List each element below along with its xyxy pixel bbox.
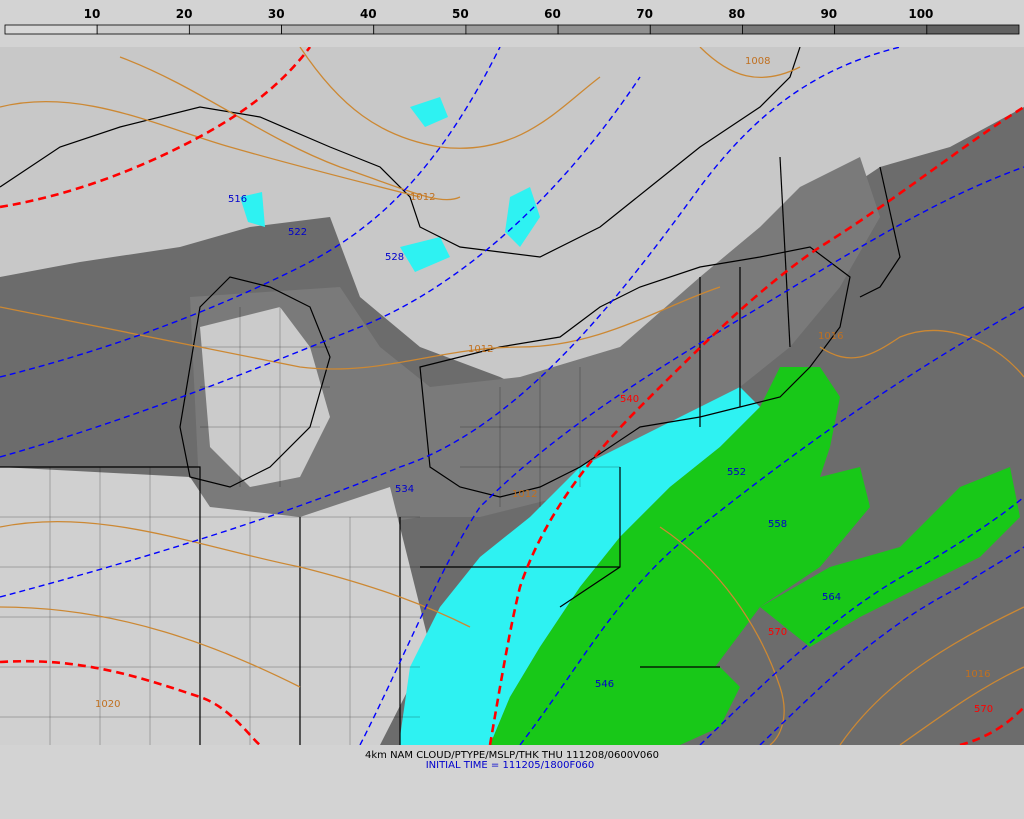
midwest-cloud [0,467,430,745]
thickness-label: 558 [768,519,787,530]
footer: 4km NAM CLOUD/PTYPE/MSLP/THK THU 111208/… [0,745,1024,819]
initial-time-text: INITIAL TIME = 111205/1800F060 [425,760,595,771]
colorbar-segment [465,24,559,35]
thickness-label: 540 [620,394,639,405]
colorbar-segment [926,24,1020,35]
thickness-label: 552 [727,467,746,478]
thickness-label: 570 [768,627,787,638]
colorbar-tick-label: 40 [360,7,377,21]
weather-map: 516 522 528 534 540 546 552 558 564 570 570 1012 10… [0,47,1024,745]
isobar-label: 1016 [965,669,990,680]
isobar-label: 1012 [512,489,537,500]
colorbar-tick-label: 60 [544,7,561,21]
colorbar-segment [649,24,743,35]
colorbar-tick-label: 70 [636,7,653,21]
colorbar-tick-label: 20 [176,7,193,21]
colorbar-tick-label: 50 [452,7,469,21]
colorbar-segment [96,24,190,35]
thickness-label: 522 [288,227,307,238]
colorbar-segment [742,24,836,35]
thickness-label: 564 [822,592,841,603]
colorbar-tick-label: 90 [820,7,837,21]
thickness-label: 546 [595,679,614,690]
colorbar-segment [188,24,282,35]
thickness-label: 528 [385,252,404,263]
thickness-label: 516 [228,194,247,205]
isobar-label: 1012 [468,344,493,355]
colorbar-tick-label: 30 [268,7,285,21]
isobar-label: 1008 [745,56,770,67]
thickness-label: 534 [395,484,414,495]
colorbar-segment [4,24,98,35]
thickness-label: 570 [974,704,993,715]
colorbar-tick-label: 80 [728,7,745,21]
initial-time: INITIAL TIME = 111205/1800F060 [0,760,1024,771]
colorbar-segment [557,24,651,35]
colorbar-segment [834,24,928,35]
colorbar-segment [281,24,375,35]
cloud-cover-colorbar: 10 20 30 40 50 60 70 80 90 100 [4,7,1020,35]
colorbar-tick-label: 100 [908,7,933,21]
colorbar-segment [373,24,467,35]
isobar-label: 1020 [95,699,120,710]
isobar-label: 1012 [410,192,435,203]
colorbar-tick-label: 10 [84,7,101,21]
isobar-label: 1016 [818,331,843,342]
